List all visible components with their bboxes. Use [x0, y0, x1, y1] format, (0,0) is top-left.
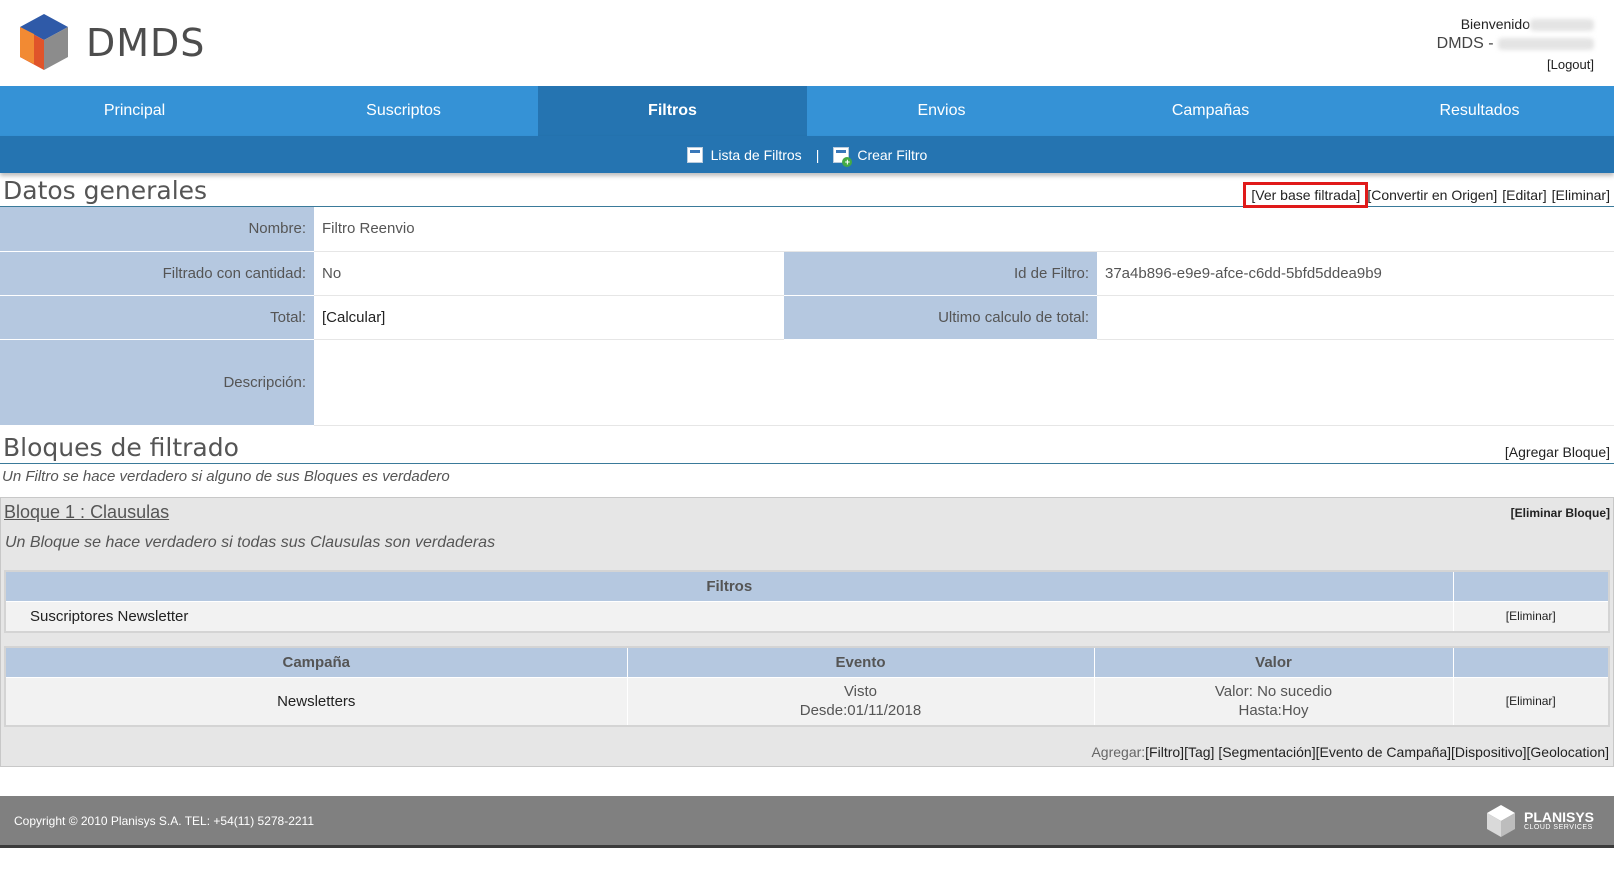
welcome-text: Bienvenido: [1460, 16, 1530, 32]
filtros-actions-header: [1452, 570, 1610, 602]
valor-value: Valor: No sucedio Hasta:Hoy: [1093, 677, 1454, 726]
datos-table: Nombre: Filtro Reenvio Filtrado con cant…: [0, 207, 1614, 426]
nav-principal[interactable]: Principal: [0, 86, 269, 136]
calcular-link[interactable]: [Calcular]: [314, 295, 784, 340]
planisys-name: PLANISYS: [1523, 809, 1594, 825]
agregar-clausula-bar: Agregar:[Filtro][Tag] [Segmentación][Eve…: [4, 740, 1610, 760]
datos-generales-header: Datos generales [Ver base filtrada] [Con…: [0, 173, 1614, 208]
bloque-1-title[interactable]: Bloque 1 : Clausulas: [4, 502, 169, 523]
evento-line-2: Desde:01/11/2018: [799, 702, 922, 720]
table-row: Suscriptores Newsletter [Eliminar]: [4, 601, 1610, 632]
org-name-redacted: [1498, 37, 1594, 50]
logo-text: DMDS: [86, 21, 206, 65]
crear-filtro-label: Crear Filtro: [857, 146, 928, 163]
lista-filtros-link[interactable]: Lista de Filtros: [686, 146, 802, 163]
datos-generales-title: Datos generales: [3, 176, 208, 205]
eliminar-campana-link[interactable]: [Eliminar]: [1452, 677, 1610, 726]
valor-line-2: Hasta:Hoy: [1238, 702, 1309, 720]
agregar-filtro-link[interactable]: [Filtro]: [1145, 744, 1184, 760]
sub-nav: Lista de Filtros | Crear Filtro: [0, 136, 1614, 173]
eliminar-filtro-link[interactable]: [Eliminar]: [1452, 601, 1610, 632]
campana-value: Newsletters: [4, 677, 628, 726]
id-filtro-label: Id de Filtro:: [784, 251, 1097, 296]
agregar-evento-campana-link[interactable]: [Evento de Campaña]: [1316, 744, 1451, 760]
logout-link[interactable]: [Logout]: [1547, 57, 1594, 72]
user-name-redacted: [1530, 19, 1594, 32]
agregar-geolocation-link[interactable]: [Geolocation]: [1527, 744, 1610, 760]
editar-link[interactable]: [Editar]: [1502, 187, 1546, 203]
agregar-tag-link[interactable]: [Tag]: [1184, 744, 1214, 760]
datos-actions: [Ver base filtrada] [Convertir en Origen…: [1243, 182, 1610, 208]
id-filtro-value: 37a4b896-e9e9-afce-c6dd-5bfd5ddea9b9: [1097, 251, 1614, 296]
bloques-note: Un Filtro se hace verdadero si alguno de…: [2, 467, 450, 485]
ver-base-filtrada-link[interactable]: [Ver base filtrada]: [1243, 182, 1369, 208]
main-nav: Principal Suscriptos Filtros Envios Camp…: [0, 86, 1614, 136]
agregar-segmentacion-link[interactable]: [Segmentación]: [1218, 744, 1315, 760]
crear-filtro-link[interactable]: Crear Filtro: [833, 146, 928, 167]
eliminar-link[interactable]: [Eliminar]: [1552, 187, 1610, 203]
filtros-column-header: Filtros: [4, 570, 1454, 602]
bloque-1-note: Un Bloque se hace verdadero si todas sus…: [5, 533, 496, 551]
nav-filtros[interactable]: Filtros: [538, 86, 807, 136]
bloques-header: Bloques de filtrado [Agregar Bloque]: [0, 426, 1614, 464]
nombre-label: Nombre:: [0, 207, 314, 252]
evento-column-header: Evento: [626, 646, 1095, 678]
ultimo-calculo-label: Ultimo calculo de total:: [784, 295, 1097, 340]
filtrado-label: Filtrado con cantidad:: [0, 251, 314, 296]
subnav-separator: |: [815, 146, 820, 163]
descripcion-label: Descripción:: [0, 339, 314, 426]
planisys-brand: PLANISYS CLOUD SERVICES: [1486, 804, 1594, 838]
campaign-table: Campaña Evento Valor Newsletters Visto D…: [4, 645, 1610, 727]
bloques-title: Bloques de filtrado: [3, 432, 239, 462]
filtros-table: Filtros Suscriptores Newsletter [Elimina…: [4, 569, 1610, 633]
list-icon: [686, 146, 703, 163]
convertir-origen-link[interactable]: [Convertir en Origen]: [1367, 187, 1497, 203]
nav-envios[interactable]: Envios: [807, 86, 1076, 136]
nav-resultados[interactable]: Resultados: [1345, 86, 1614, 136]
footer-bottom-bar: [0, 845, 1614, 848]
planisys-cube-icon: [1486, 804, 1515, 837]
lista-filtros-label: Lista de Filtros: [710, 146, 802, 163]
evento-line-1: Visto: [843, 683, 878, 701]
campana-column-header: Campaña: [4, 646, 628, 678]
agregar-dispositivo-link[interactable]: [Dispositivo]: [1451, 744, 1526, 760]
row-total: Total: [Calcular] Ultimo calculo de tota…: [0, 295, 1614, 340]
table-row: Newsletters Visto Desde:01/11/2018 Valor…: [4, 677, 1610, 726]
add-filter-icon: [833, 146, 853, 167]
user-box: Bienvenido DMDS - [Logout]: [1437, 14, 1594, 75]
row-filtrado: Filtrado con cantidad: No Id de Filtro: …: [0, 251, 1614, 296]
dmds-logo[interactable]: DMDS: [16, 12, 205, 74]
nombre-value: Filtro Reenvio: [314, 207, 1614, 252]
planisys-sub: CLOUD SERVICES: [1523, 824, 1593, 831]
footer: Copyright © 2010 Planisys S.A. TEL: +54(…: [0, 796, 1614, 845]
valor-line-1: Valor: No sucedio: [1214, 683, 1333, 701]
nav-campanas[interactable]: Campañas: [1076, 86, 1345, 136]
bloque-1: Bloque 1 : Clausulas [Eliminar Bloque] U…: [0, 496, 1614, 767]
bloques-actions: [Agregar Bloque]: [1505, 444, 1610, 463]
org-prefix: DMDS -: [1436, 35, 1494, 52]
evento-value: Visto Desde:01/11/2018: [626, 677, 1095, 726]
copyright-text: Copyright © 2010 Planisys S.A. TEL: +54(…: [14, 813, 315, 828]
cube-logo-icon: [20, 14, 68, 70]
agregar-bloque-link[interactable]: [Agregar Bloque]: [1505, 444, 1610, 460]
campaign-actions-header: [1452, 646, 1610, 678]
valor-column-header: Valor: [1093, 646, 1454, 678]
total-label: Total:: [0, 295, 314, 340]
filtro-name: Suscriptores Newsletter: [4, 601, 1454, 632]
descripcion-value: [314, 339, 1614, 426]
eliminar-bloque-link[interactable]: [Eliminar Bloque]: [1511, 506, 1610, 520]
agregar-label: Agregar:: [1091, 743, 1146, 760]
row-descripcion: Descripción:: [0, 339, 1614, 426]
row-nombre: Nombre: Filtro Reenvio: [0, 207, 1614, 252]
bloque-1-header: Bloque 1 : Clausulas [Eliminar Bloque]: [4, 500, 1610, 526]
ultimo-calculo-value: [1097, 295, 1614, 340]
filtrado-value: No: [314, 251, 784, 296]
nav-suscriptos[interactable]: Suscriptos: [269, 86, 538, 136]
header: DMDS Bienvenido DMDS - [Logout]: [0, 0, 1614, 86]
